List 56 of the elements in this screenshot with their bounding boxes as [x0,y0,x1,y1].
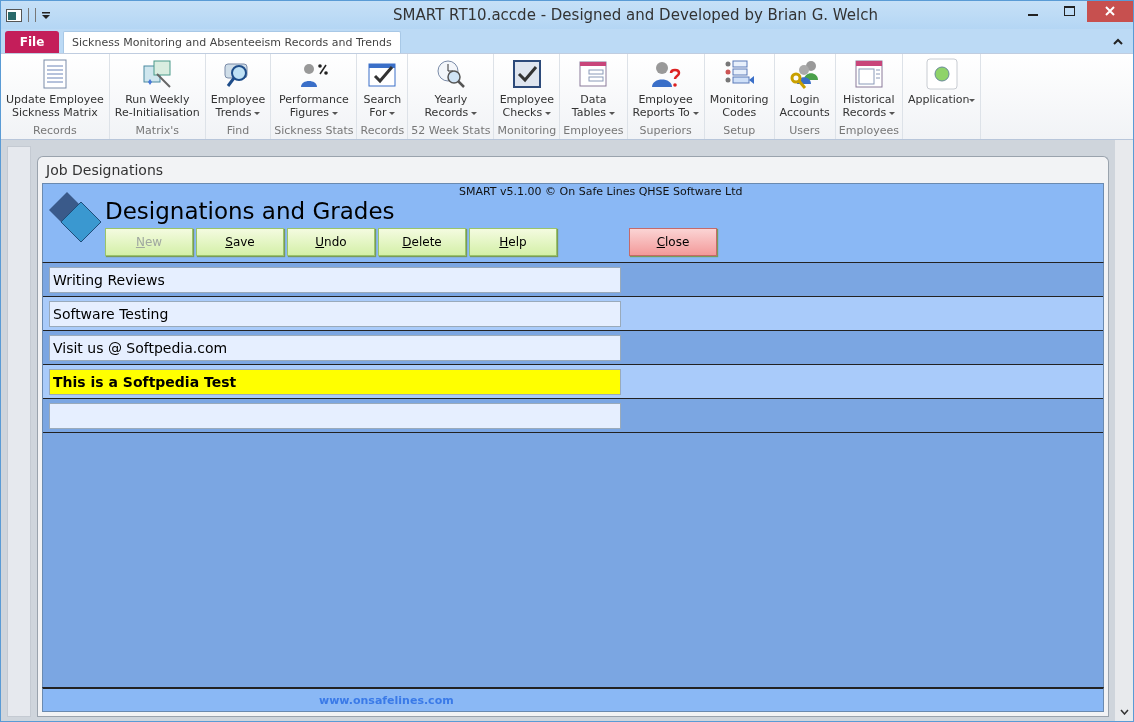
scrollbar[interactable] [1115,140,1133,721]
group-label: Matrix's [135,124,179,139]
group-label: Monitoring [497,124,557,139]
dropdown-icon[interactable] [42,11,50,19]
collapse-ribbon-icon[interactable] [1113,38,1123,45]
form-button[interactable]: Save [196,228,284,256]
ribbon-button[interactable]: Update Employee Sickness Matrix [4,54,106,124]
group-label: Setup [723,124,756,139]
table-wand-icon [141,58,174,90]
form-button[interactable]: Help [469,228,557,256]
group-label: Employees [563,124,624,139]
window-title: SMART RT10.accde - Designed and Developed by Brian G. Welch [392,6,879,24]
close-icon [1105,6,1115,16]
text-field[interactable]: Writing Reviews [49,266,621,293]
close-button[interactable] [1087,1,1133,22]
form-button[interactable]: Delete [378,228,466,256]
group-label: Records [33,124,77,139]
ribbon-button[interactable]: Application [906,54,978,139]
form-icon [577,58,610,90]
group-label: Superiors [639,124,692,139]
ribbon-button[interactable]: Yearly Records [422,54,480,124]
text-field[interactable] [49,402,621,429]
ribbon-button[interactable]: Data Tables [569,54,617,124]
app-icon [6,8,22,22]
scroll-down-icon[interactable] [1119,709,1129,715]
ribbon-button[interactable]: Run Weekly Re-Initialisation [112,54,202,124]
group-label: Sickness Stats [274,124,354,139]
ribbon-button[interactable]: Login Accounts [777,54,832,124]
key-people-icon [788,58,821,90]
ribbon-button[interactable]: Employee Trends [208,54,268,124]
checkbox-icon [510,58,543,90]
ribbon-button[interactable]: Search For [361,54,404,124]
group-label: 52 Week Stats [411,124,491,139]
ribbon-button[interactable]: Employee Reports To [630,54,701,124]
group-label: Find [226,124,250,139]
form-heading: Designations and Grades [105,197,396,226]
maximize-icon [1063,6,1075,16]
group-label: Employees [838,124,899,139]
text-field[interactable]: Visit us @ Softpedia.com [49,334,621,361]
file-tab[interactable]: File [5,31,59,53]
ribbon-button[interactable]: Performance Figures [277,54,351,124]
form-tab[interactable]: Job Designations [46,162,164,178]
group-label: Records [360,124,405,139]
text-field[interactable]: This is a Softpedia Test [49,368,621,395]
close-button[interactable]: Close [629,228,717,256]
copyright-text: SMART v5.1.00 © On Safe Lines QHSE Software Ltd [459,185,743,198]
group-label: Users [789,124,821,139]
minimize-icon [1028,14,1038,16]
ribbon-button[interactable]: Historical Records [840,54,898,124]
ribbon-button[interactable]: Employee Checks [497,54,557,124]
ribbon-button[interactable]: Monitoring Codes [707,54,771,124]
window-form-icon [852,58,885,90]
ribbon-tab[interactable]: Sickness Monitoring and Absenteeism Records and Trends [63,31,401,53]
clock-magnifier-icon [434,58,467,90]
text-field[interactable]: Software Testing [49,300,621,327]
form-button[interactable]: Undo [287,228,375,256]
